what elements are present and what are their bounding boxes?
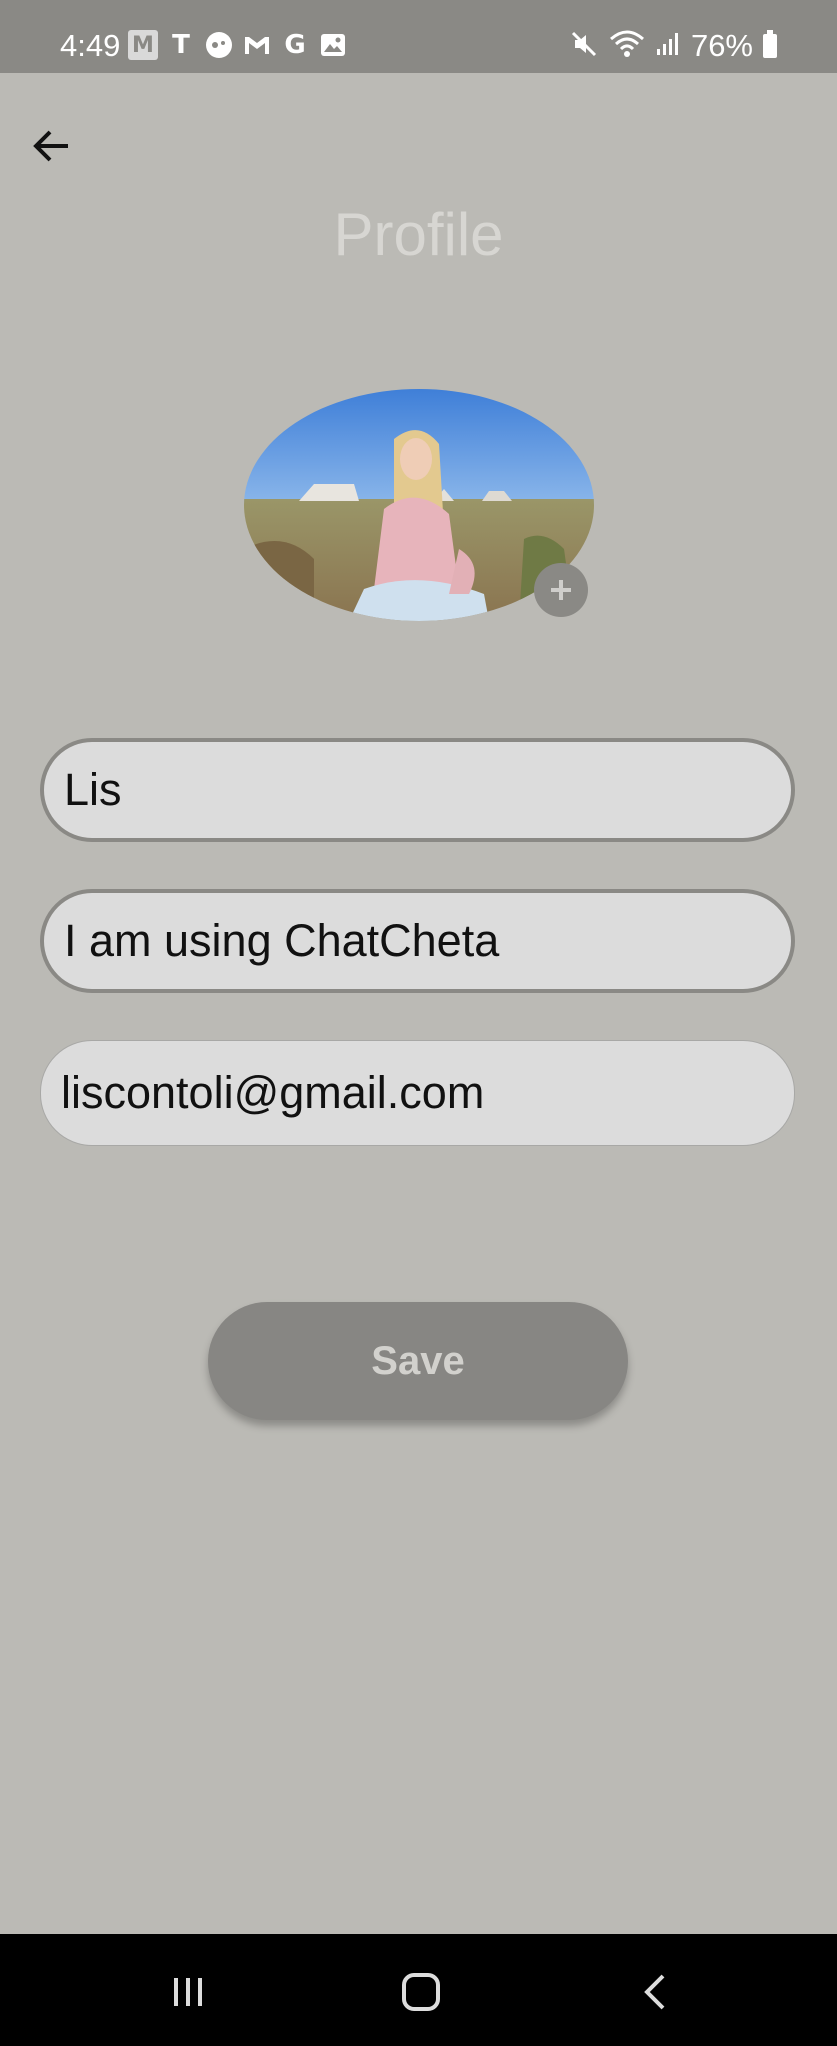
add-photo-button[interactable] [534,563,588,617]
signal-icon [655,31,681,62]
nav-back-button[interactable] [627,1964,687,2020]
home-icon [402,1973,440,2011]
name-field[interactable] [40,738,795,842]
google-g-icon: G [284,30,306,60]
profile-avatar-area [244,389,594,621]
save-button[interactable]: Save [208,1302,628,1420]
status-field[interactable] [40,889,795,993]
back-chevron-icon [644,1974,665,2010]
email-field[interactable] [40,1040,795,1146]
status-input[interactable] [64,915,791,967]
status-time: 4:49 [60,28,121,63]
mute-icon [569,29,599,64]
back-button[interactable] [28,122,76,170]
arrow-left-icon [33,130,68,162]
gmail-m-icon: M [128,30,158,60]
gmail-icon [242,30,272,60]
gallery-icon [318,30,348,60]
recents-button[interactable] [158,1964,218,2020]
battery-percentage: 76% [690,28,753,63]
recents-icon [174,1978,202,2006]
plus-icon [551,580,571,600]
battery-icon [763,30,777,58]
home-button[interactable] [391,1964,451,2020]
status-bar: 4:49 M T G 76% [0,0,837,73]
wifi-icon [609,29,645,64]
system-nav-bar [0,1934,837,2046]
name-input[interactable] [64,764,791,816]
system-status: 76% [569,28,777,64]
notification-icons: M T G [128,30,348,60]
email-input[interactable] [61,1067,794,1119]
page-title: Profile [333,201,504,268]
t-mobile-icon: T [172,30,190,60]
game-controller-icon [204,30,234,60]
